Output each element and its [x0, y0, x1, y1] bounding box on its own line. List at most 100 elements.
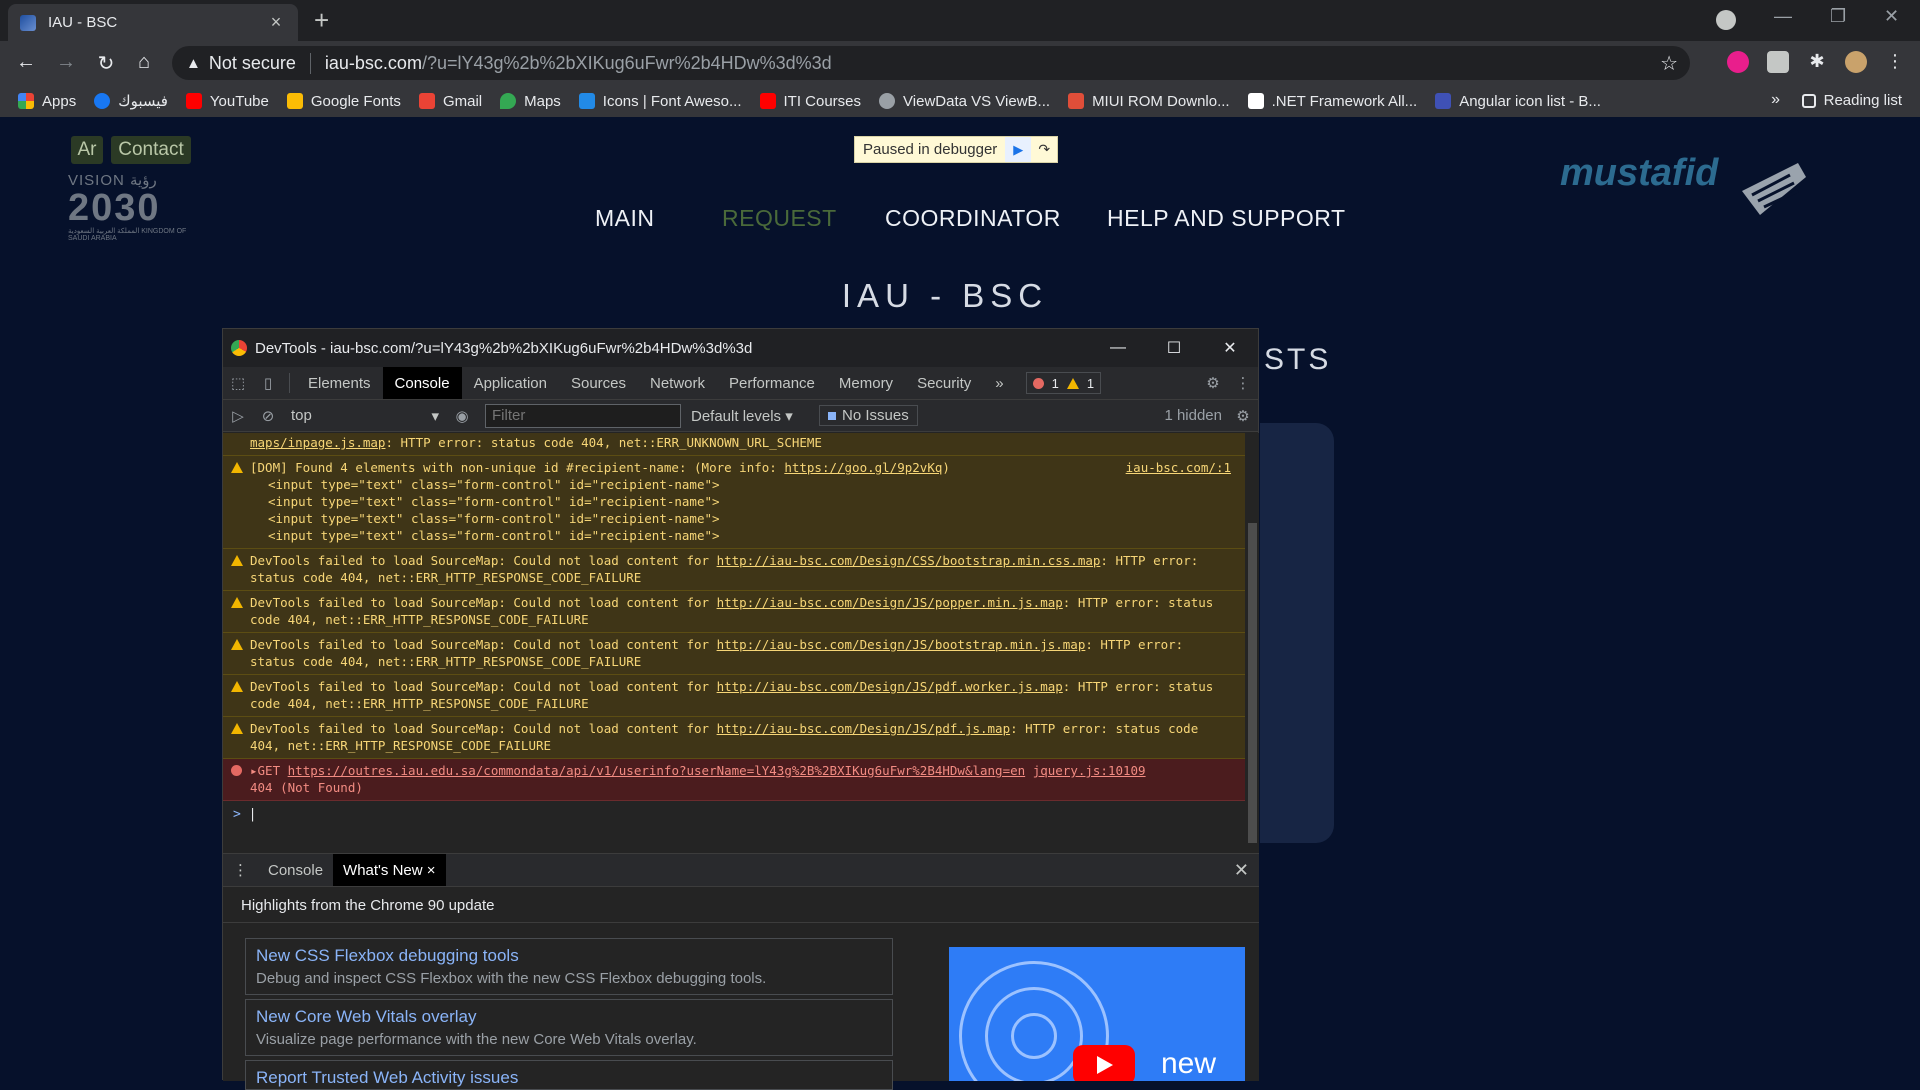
arabic-language-button[interactable]: Ar — [71, 136, 103, 164]
devtools-maximize-icon[interactable]: ☐ — [1146, 338, 1202, 358]
nav-main[interactable]: MAIN — [595, 205, 655, 232]
issue-counter[interactable]: 1 1 — [1025, 372, 1102, 394]
minimize-icon[interactable]: — — [1774, 6, 1792, 27]
tab-close-icon[interactable]: × — [266, 12, 286, 33]
gmail-icon — [418, 93, 435, 109]
chrome-icon — [231, 340, 247, 356]
bookmark-item[interactable]: Google Fonts — [286, 93, 401, 110]
element-snippet[interactable]: <input type="text" class="form-control" … — [250, 510, 1231, 527]
bookmarks-overflow-button[interactable]: » — [1771, 91, 1780, 109]
close-window-icon[interactable]: ✕ — [1884, 6, 1899, 27]
request-url-link[interactable]: https://outres.iau.edu.sa/commondata/api… — [288, 763, 1026, 778]
warning-icon — [231, 639, 243, 650]
bookmark-item[interactable]: ITI Courses — [759, 93, 861, 110]
section-heading-partial: STS — [1264, 343, 1332, 376]
profile-avatar[interactable] — [1845, 51, 1867, 73]
tab-console[interactable]: Console — [382, 367, 462, 399]
browser-toolbar: ← → ↻ ⌂ ▲ Not secure iau-bsc.com /?u=lY4… — [0, 41, 1920, 85]
new-tab-button[interactable]: + — [314, 6, 329, 34]
bookmark-item[interactable]: YouTube — [185, 93, 269, 110]
back-icon[interactable]: ← — [14, 51, 38, 74]
bookmark-item[interactable]: فيسبوك — [94, 92, 168, 110]
url-host: iau-bsc.com — [324, 52, 422, 73]
message-source-link[interactable]: iau-bsc.com/:1 — [1126, 459, 1231, 476]
element-snippet[interactable]: <input type="text" class="form-control" … — [250, 527, 1231, 544]
bookmark-item[interactable]: Angular icon list - B... — [1435, 93, 1601, 110]
bookmark-item[interactable]: ViewData VS ViewB... — [879, 93, 1050, 110]
expand-arrow-icon[interactable]: ▸ — [250, 763, 258, 778]
tab-sources[interactable]: Sources — [559, 367, 638, 399]
console-filter-input[interactable] — [485, 403, 681, 428]
extension-icon[interactable] — [1727, 51, 1749, 73]
feature-card[interactable]: New CSS Flexbox debugging tools Debug an… — [245, 938, 893, 995]
tab-elements[interactable]: Elements — [296, 367, 383, 399]
console-prompt[interactable]: > | — [223, 801, 1245, 822]
drawer-tab-console[interactable]: Console — [258, 854, 333, 886]
puzzle-extensions-icon[interactable]: ✱ — [1806, 51, 1828, 73]
browser-tab[interactable]: IAU - BSC × — [8, 4, 298, 41]
restore-icon[interactable]: ❐ — [1830, 6, 1846, 27]
sidebar-toggle-icon[interactable]: ▷ — [223, 407, 253, 425]
nav-help-and-support[interactable]: HELP AND SUPPORT — [1107, 205, 1346, 232]
warning-icon[interactable]: ▲ — [186, 55, 201, 72]
feature-card[interactable]: Report Trusted Web Activity issues — [245, 1060, 893, 1090]
console-settings-gear-icon[interactable]: ⚙ — [1228, 407, 1258, 425]
tab-security[interactable]: Security — [905, 367, 983, 399]
forward-icon[interactable]: → — [54, 51, 78, 74]
drawer-menu-kebab-icon[interactable]: ⋮ — [223, 854, 258, 886]
tab-search-icon[interactable] — [1716, 10, 1736, 30]
tab-performance[interactable]: Performance — [717, 367, 827, 399]
device-toolbar-icon[interactable]: ▯ — [253, 367, 283, 399]
security-indicator[interactable]: Not secure — [209, 52, 311, 74]
nav-request[interactable]: REQUEST — [722, 205, 837, 232]
shield-extension-icon[interactable] — [1767, 51, 1789, 73]
close-tab-icon[interactable]: × — [427, 862, 436, 879]
home-icon[interactable]: ⌂ — [132, 51, 156, 74]
menu-kebab-icon[interactable]: ⋮ — [1884, 51, 1906, 73]
whats-new-panel: New CSS Flexbox debugging tools Debug an… — [223, 923, 1259, 1090]
more-tabs-button[interactable]: » — [983, 367, 1015, 399]
bookmark-item[interactable]: Apps — [18, 93, 76, 110]
console-message: maps/inpage.js.map: HTTP error: status c… — [223, 433, 1245, 456]
bookmark-item[interactable]: Maps — [500, 93, 561, 110]
message-source-link[interactable]: jquery.js:10109 — [1033, 763, 1146, 778]
page-title: IAU - BSC — [841, 277, 1049, 314]
settings-gear-icon[interactable]: ⚙ — [1198, 367, 1228, 399]
feature-card[interactable]: New Core Web Vitals overlay Visualize pa… — [245, 999, 893, 1056]
drawer-tab-whats-new[interactable]: What's New × — [333, 854, 446, 886]
clear-console-icon[interactable]: ⊘ — [253, 407, 283, 425]
tab-application[interactable]: Application — [462, 367, 559, 399]
devtools-close-icon[interactable]: ✕ — [1202, 338, 1258, 358]
apps-grid-icon — [18, 93, 34, 109]
bookmark-star-icon[interactable]: ☆ — [1660, 51, 1678, 76]
element-snippet[interactable]: <input type="text" class="form-control" … — [250, 476, 1231, 493]
reading-list-button[interactable]: Reading list — [1801, 92, 1902, 109]
tab-memory[interactable]: Memory — [827, 367, 905, 399]
element-snippet[interactable]: <input type="text" class="form-control" … — [250, 493, 1231, 510]
resume-icon[interactable]: ▶︎ — [1005, 137, 1032, 162]
live-expression-eye-icon[interactable]: ◉ — [447, 407, 477, 425]
console-scrollbar[interactable] — [1245, 433, 1259, 853]
bookmark-item[interactable]: Gmail — [418, 93, 482, 110]
bookmark-item[interactable]: .NET Framework All... — [1247, 93, 1417, 110]
inspect-element-icon[interactable]: ⬚ — [223, 367, 253, 399]
whats-new-video-thumbnail[interactable]: new — [949, 947, 1245, 1081]
devtools-menu-kebab-icon[interactable]: ⋮ — [1228, 367, 1258, 399]
contact-button[interactable]: Contact — [111, 136, 191, 164]
tab-network[interactable]: Network — [638, 367, 717, 399]
bookmark-item[interactable]: Icons | Font Aweso... — [578, 93, 742, 110]
url-path: /?u=lY43g%2b%2bXIKug6uFwr%2b4HDw%3d%3d — [421, 52, 832, 73]
devtools-minimize-icon[interactable]: — — [1090, 339, 1146, 357]
context-selector[interactable]: top ▾ — [283, 407, 447, 425]
issues-button[interactable]: No Issues — [819, 405, 918, 426]
nav-coordinator[interactable]: COORDINATOR — [885, 205, 1061, 232]
bookmark-item[interactable]: MIUI ROM Downlo... — [1068, 93, 1230, 110]
address-bar[interactable]: ▲ Not secure iau-bsc.com /?u=lY43g%2b%2b… — [172, 46, 1690, 80]
log-levels-dropdown[interactable]: Default levels ▾ — [691, 407, 811, 425]
close-drawer-icon[interactable]: ✕ — [1234, 860, 1249, 881]
youtube-play-icon[interactable] — [1073, 1045, 1135, 1081]
reload-icon[interactable]: ↻ — [94, 51, 118, 76]
step-over-icon[interactable]: ↷ — [1031, 137, 1057, 162]
error-icon — [1032, 377, 1044, 389]
mustafid-logo: mustafid — [1560, 152, 1719, 194]
